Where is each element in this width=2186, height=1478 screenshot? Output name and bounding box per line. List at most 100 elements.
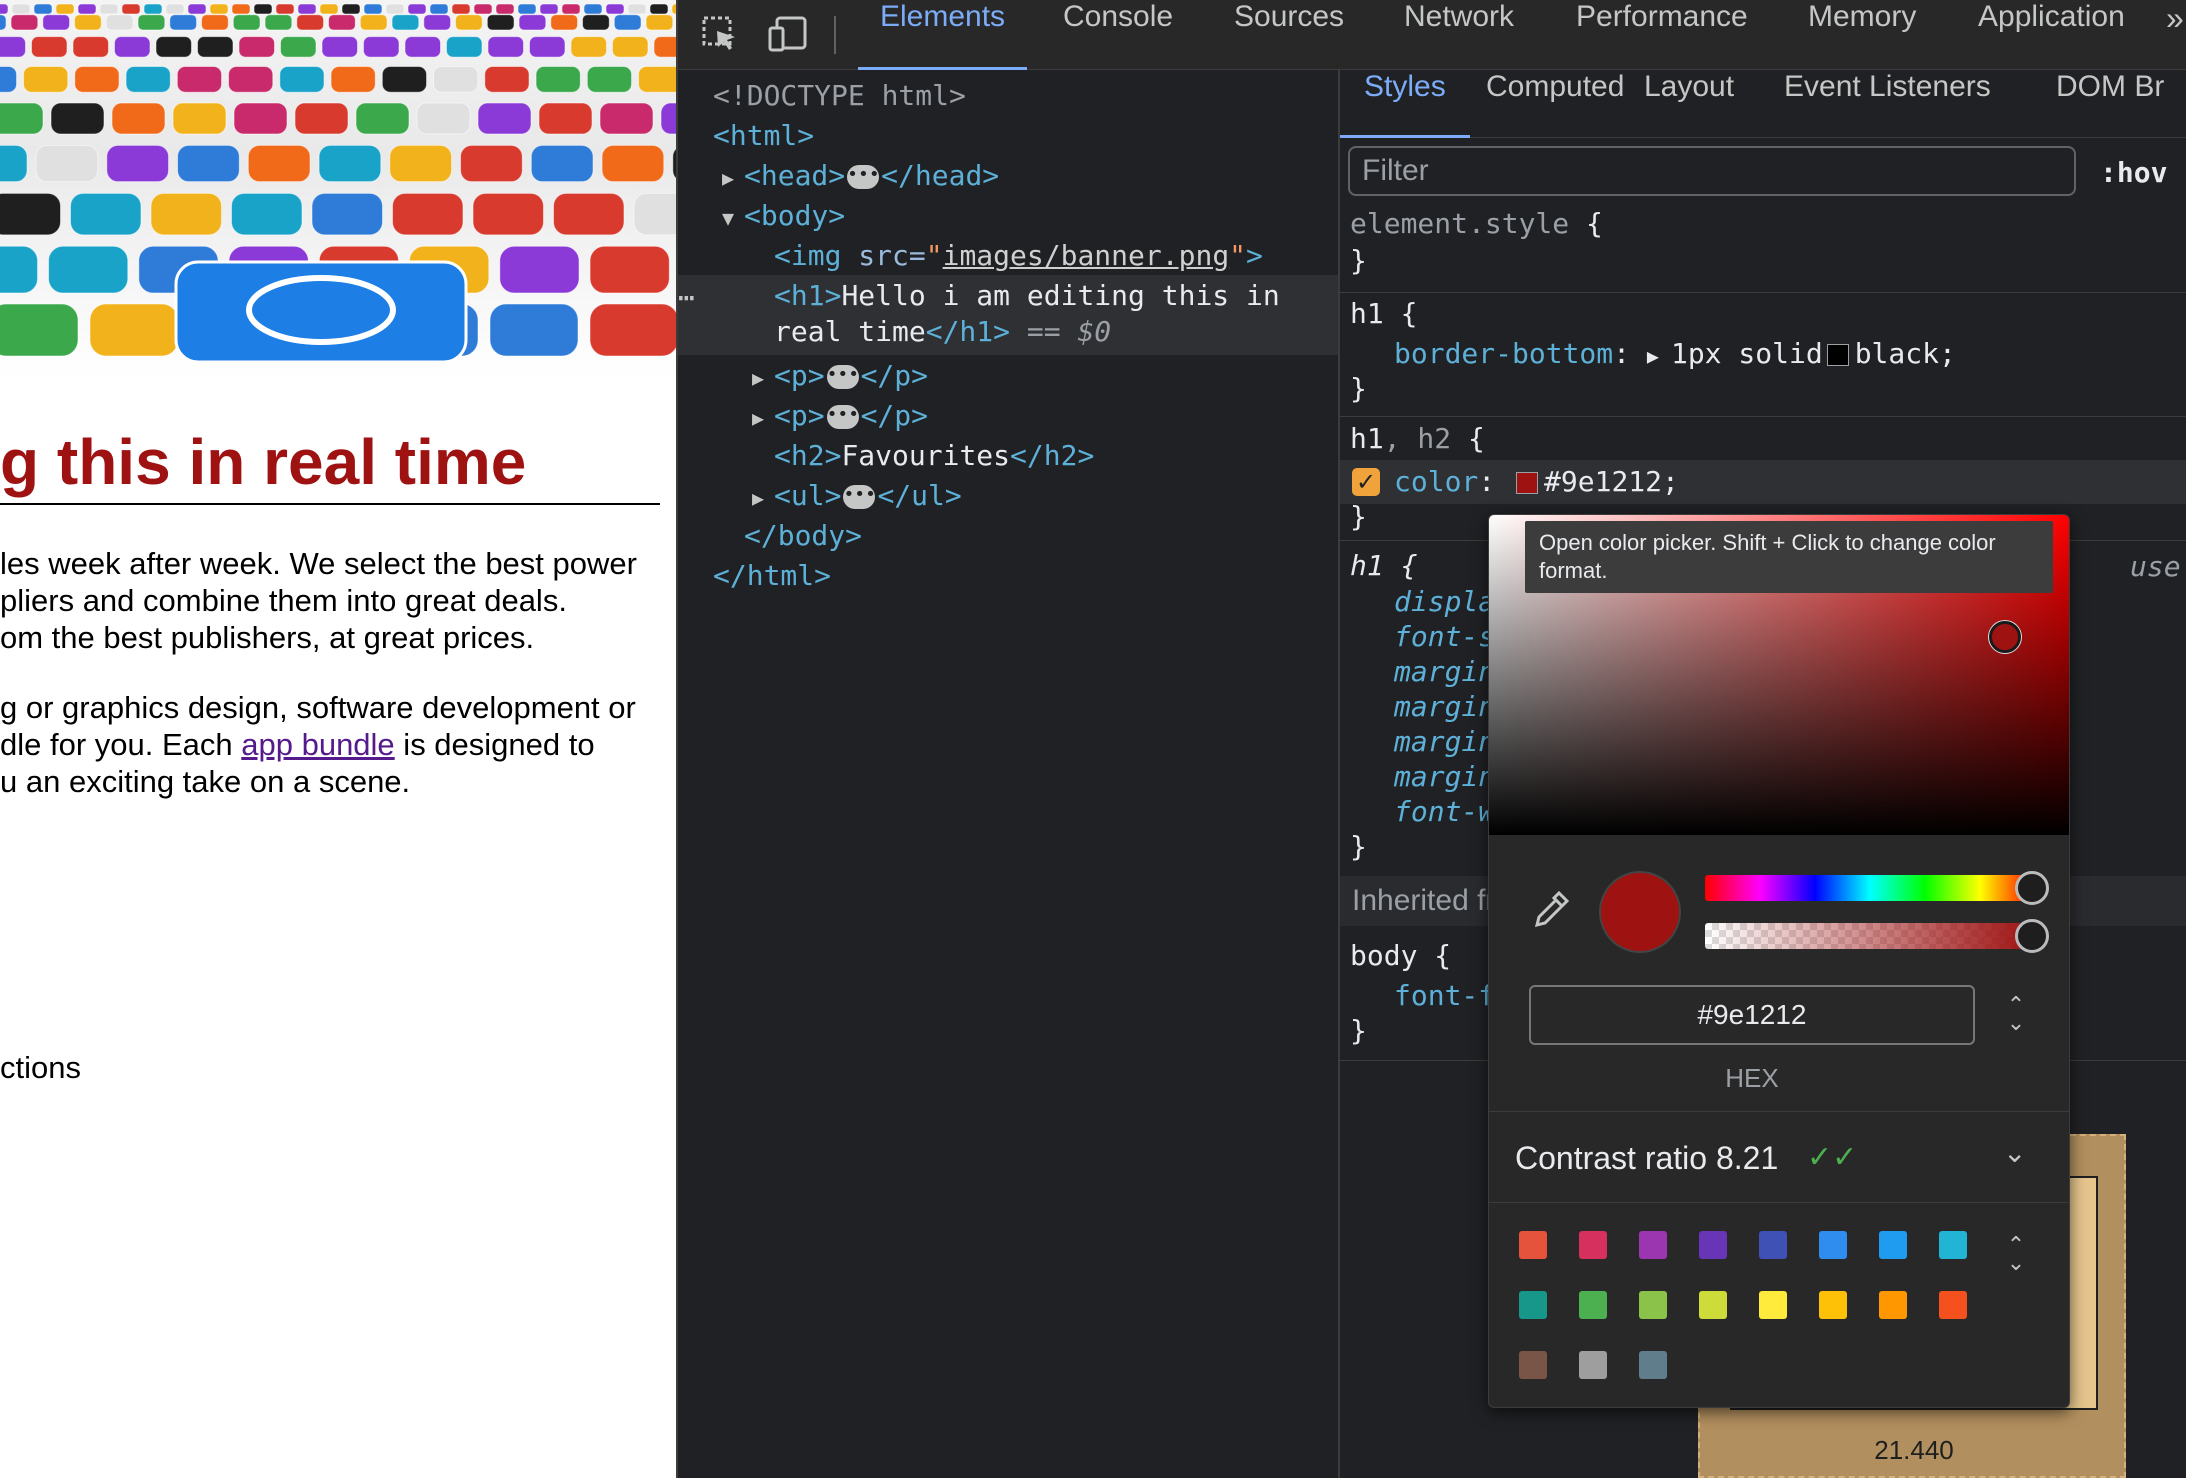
- palette-swatch[interactable]: [1759, 1231, 1787, 1259]
- format-label: HEX: [1725, 1063, 1779, 1093]
- inspect-element-icon[interactable]: [700, 14, 740, 54]
- palette-swatch[interactable]: [1639, 1291, 1667, 1319]
- ellipsis-icon[interactable]: •••: [847, 165, 880, 189]
- dom-h1[interactable]: <h1>Hello i am editing this in: [774, 278, 1280, 314]
- dom-html-open[interactable]: <html>: [713, 118, 814, 154]
- tab-performance[interactable]: Performance: [1576, 0, 1748, 70]
- palette-swatch[interactable]: [1879, 1231, 1907, 1259]
- expand-triangle-icon[interactable]: ▶: [752, 480, 774, 516]
- subtab-layout[interactable]: Layout: [1644, 70, 1734, 138]
- palette-swatch[interactable]: [1579, 1351, 1607, 1379]
- palette-swatch[interactable]: [1579, 1291, 1607, 1319]
- subtab-computed[interactable]: Computed: [1486, 70, 1624, 138]
- body-declaration[interactable]: font-f: [1394, 978, 1495, 1013]
- declaration-checkbox[interactable]: ✓: [1352, 468, 1380, 496]
- palette-swatch[interactable]: [1519, 1291, 1547, 1319]
- tab-console[interactable]: Console: [1063, 0, 1173, 70]
- border-bottom-declaration[interactable]: border-bottom: ▶ 1px solid black;: [1394, 336, 1956, 374]
- color-handle[interactable]: [1989, 621, 2021, 653]
- expand-triangle-icon[interactable]: ▶: [752, 360, 774, 396]
- hue-slider[interactable]: [1705, 875, 2035, 901]
- rule-selector[interactable]: h1, h2 {: [1350, 421, 1485, 456]
- subtab-event-listeners[interactable]: Event Listeners: [1784, 70, 1991, 138]
- dom-ul[interactable]: ▶ <ul> •••</ul>: [752, 478, 962, 516]
- palette-swatch[interactable]: [1939, 1231, 1967, 1259]
- expand-triangle-icon[interactable]: ▶: [722, 160, 744, 196]
- palette-swatch[interactable]: [1819, 1231, 1847, 1259]
- paragraph-line: om the best publishers, at great prices.: [0, 620, 535, 655]
- subtab-styles[interactable]: Styles: [1340, 70, 1470, 138]
- dom-h1-cont[interactable]: real time</h1> == $0: [774, 314, 1111, 350]
- paragraph-line: u an exciting take on a scene.: [0, 764, 411, 799]
- rule-selector[interactable]: h1 {: [1350, 296, 1417, 331]
- palette-swatch[interactable]: [1699, 1291, 1727, 1319]
- palette-swatch[interactable]: [1579, 1231, 1607, 1259]
- ua-declaration[interactable]: font-s: [1394, 619, 1495, 654]
- hue-slider-handle[interactable]: [2015, 871, 2049, 905]
- palette-swatch[interactable]: [1939, 1291, 1967, 1319]
- dom-head[interactable]: ▶ <head> •••</head>: [722, 158, 999, 196]
- tab-network[interactable]: Network: [1404, 0, 1514, 70]
- expand-triangle-icon[interactable]: ▶: [1647, 344, 1671, 368]
- ua-declaration[interactable]: margin: [1394, 759, 1495, 794]
- element-style-rule[interactable]: element.style {: [1350, 206, 1603, 241]
- rule-selector[interactable]: h1 {: [1350, 548, 1417, 583]
- palette-swatch[interactable]: [1819, 1291, 1847, 1319]
- dom-body-open[interactable]: ▼ <body>: [722, 198, 845, 236]
- ellipsis-icon[interactable]: •••: [826, 365, 859, 389]
- ellipsis-icon[interactable]: •••: [843, 485, 876, 509]
- double-check-icon: ✓✓: [1807, 1140, 1858, 1175]
- contrast-ratio-row[interactable]: Contrast ratio 8.21 ✓✓ ⌄: [1489, 1111, 2069, 1203]
- eyedropper-icon[interactable]: [1529, 887, 1573, 931]
- expand-triangle-icon[interactable]: ▶: [752, 400, 774, 436]
- palette-swatch[interactable]: [1519, 1351, 1547, 1379]
- dom-p[interactable]: ▶ <p> •••</p>: [752, 358, 928, 396]
- row-actions-icon[interactable]: ⋯: [678, 280, 695, 316]
- dom-h2[interactable]: <h2>Favourites</h2>: [774, 438, 1094, 474]
- color-swatch[interactable]: [1826, 344, 1849, 366]
- palette-swatch[interactable]: [1759, 1291, 1787, 1319]
- hex-input[interactable]: #9e1212: [1529, 985, 1975, 1045]
- color-swatch[interactable]: [1516, 472, 1539, 494]
- app-bundle-link[interactable]: app bundle: [241, 727, 394, 762]
- ua-declaration[interactable]: margin: [1394, 724, 1495, 759]
- page-heading: g this in real time: [0, 425, 660, 505]
- rule-selector[interactable]: body {: [1350, 938, 1451, 973]
- ua-declaration[interactable]: margin: [1394, 654, 1495, 689]
- ua-declaration[interactable]: displa: [1394, 584, 1495, 619]
- alpha-slider-handle[interactable]: [2015, 919, 2049, 953]
- palette-swatch[interactable]: [1519, 1231, 1547, 1259]
- dom-html-close[interactable]: </html>: [713, 558, 831, 594]
- tab-sources[interactable]: Sources: [1234, 0, 1344, 70]
- collapse-triangle-icon[interactable]: ▼: [722, 200, 744, 236]
- palette-toggle-icon[interactable]: ⌃ ⌄: [2001, 1235, 2031, 1275]
- alpha-slider[interactable]: [1705, 923, 2035, 949]
- dom-img[interactable]: <img src="images/banner.png">: [774, 238, 1263, 274]
- tab-elements[interactable]: Elements: [857, 0, 1028, 70]
- palette-swatch[interactable]: [1879, 1291, 1907, 1319]
- dom-p[interactable]: ▶ <p> •••</p>: [752, 398, 928, 436]
- styles-subtabs: Styles Computed Layout Event Listeners D…: [1340, 70, 2186, 138]
- styles-filter-input[interactable]: Filter: [1348, 146, 2076, 196]
- ua-declaration[interactable]: margin: [1394, 689, 1495, 724]
- palette-swatch[interactable]: [1639, 1231, 1667, 1259]
- dom-doctype[interactable]: <!DOCTYPE html>: [713, 78, 966, 114]
- banner-image: [0, 0, 676, 378]
- ua-declaration[interactable]: font-w: [1394, 794, 1495, 829]
- more-tabs-icon[interactable]: »: [2166, 0, 2184, 70]
- hov-toggle[interactable]: :hov: [2100, 156, 2167, 189]
- palette-swatch[interactable]: [1699, 1231, 1727, 1259]
- tab-application[interactable]: Application: [1978, 0, 2125, 70]
- ellipsis-icon[interactable]: •••: [826, 405, 859, 429]
- subtab-dom-breakpoints[interactable]: DOM Br: [2056, 70, 2164, 138]
- color-preview-swatch: [1599, 871, 1681, 953]
- palette-swatch[interactable]: [1639, 1351, 1667, 1379]
- format-toggle-icon[interactable]: ⌃ ⌄: [2001, 995, 2031, 1037]
- device-toolbar-icon[interactable]: [768, 14, 808, 54]
- tab-memory[interactable]: Memory: [1808, 0, 1916, 70]
- chevron-down-icon[interactable]: ⌄: [2003, 1136, 2026, 1169]
- img-src-link[interactable]: images/banner.png: [943, 239, 1230, 272]
- color-declaration[interactable]: color: #9e1212;: [1394, 464, 1679, 499]
- dom-body-close[interactable]: </body>: [744, 518, 862, 554]
- page-preview: g this in real time les week after week.…: [0, 0, 676, 1478]
